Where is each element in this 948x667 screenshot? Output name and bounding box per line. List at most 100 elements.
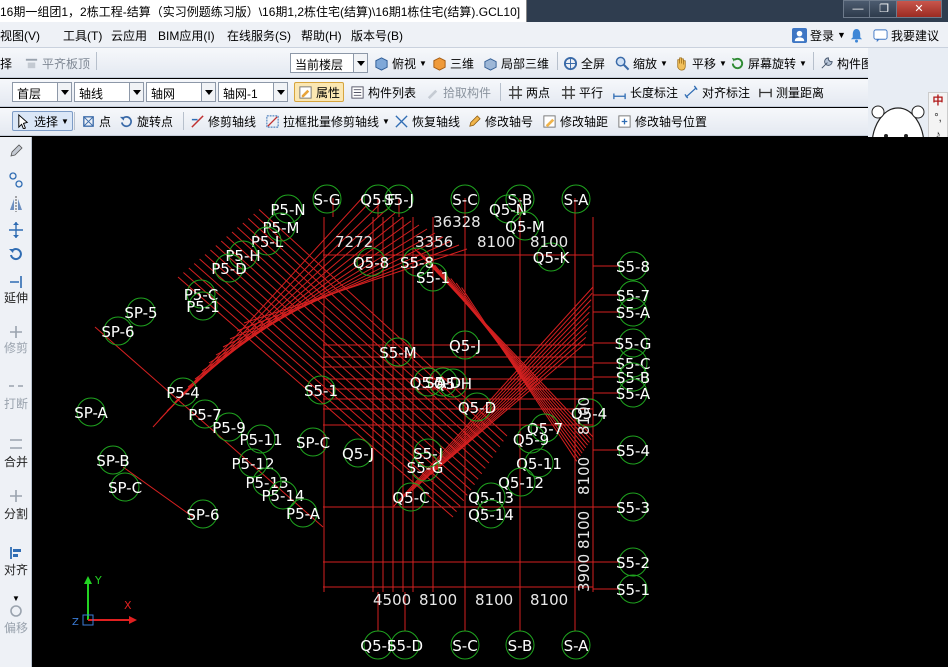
move-icon[interactable] bbox=[8, 221, 24, 239]
axis-bubble-right[interactable]: S5-1 bbox=[616, 574, 650, 604]
pick-component-button[interactable]: 拾取构件 bbox=[425, 82, 491, 102]
bell-icon[interactable] bbox=[849, 28, 864, 43]
menu-help[interactable]: 帮助(H) bbox=[301, 27, 342, 44]
modify-axis-distance-button[interactable]: 修改轴距 bbox=[542, 111, 608, 131]
login-button[interactable]: 登录 ▼ bbox=[792, 25, 864, 45]
close-button[interactable]: ✕ bbox=[896, 0, 942, 18]
menu-tools[interactable]: 工具(T) bbox=[63, 27, 102, 44]
axis-bubble-p5[interactable]: P5-11 bbox=[239, 424, 283, 454]
point-button[interactable]: 点 bbox=[81, 111, 111, 131]
measure-distance-button[interactable]: 测量距离 bbox=[758, 82, 824, 102]
two-point-button[interactable]: 两点 bbox=[508, 82, 550, 102]
chevron-down-icon: ▼ bbox=[719, 58, 727, 68]
zoom-button[interactable]: 缩放 ▼ bbox=[615, 53, 668, 73]
component-name-select[interactable]: 轴网-1 bbox=[218, 82, 288, 102]
axis-bubble-top[interactable]: S-G bbox=[312, 184, 342, 214]
box-batch-trim-button[interactable]: 拉框批量修剪轴线 ▼ bbox=[265, 111, 390, 131]
axis-bubble-top[interactable]: S-C bbox=[450, 184, 480, 214]
axis-label: P5-D bbox=[211, 260, 247, 278]
trim-button[interactable]: 修剪 bbox=[4, 341, 28, 356]
axis-bubble-left[interactable]: SP-5 bbox=[124, 297, 158, 327]
align-dimension-button[interactable]: 对齐标注 bbox=[684, 82, 750, 102]
floor-select[interactable]: 首层 bbox=[12, 82, 72, 102]
align-board-top-button[interactable]: 平齐板顶 bbox=[24, 53, 90, 73]
align-button[interactable]: 对齐 bbox=[4, 563, 28, 578]
menu-bim[interactable]: BIM应用(I) bbox=[158, 27, 215, 44]
axis-bubble-right[interactable]: S5-2 bbox=[616, 547, 650, 577]
merge-button[interactable]: 合并 bbox=[4, 455, 28, 470]
axis-label: Q5-8 bbox=[353, 254, 389, 272]
menu-view[interactable]: 视图(V) bbox=[0, 27, 40, 44]
properties-icon bbox=[299, 85, 312, 99]
length-dimension-button[interactable]: 长度标注 bbox=[612, 82, 678, 102]
menu-cloud[interactable]: 云应用 bbox=[111, 27, 147, 44]
ime-punctuation-icon[interactable]: °, bbox=[929, 110, 947, 127]
axis-bubble-right[interactable]: S5-3 bbox=[616, 492, 650, 522]
rotate-icon[interactable] bbox=[8, 245, 24, 263]
axis-bubble-left[interactable]: SP-A bbox=[74, 397, 109, 427]
axis-bubble-p5[interactable]: SP-C bbox=[296, 427, 330, 457]
trim-axis-button[interactable]: 修剪轴线 bbox=[190, 111, 256, 131]
ime-chinese-icon[interactable]: 中 bbox=[929, 93, 947, 110]
axis-bubble-top[interactable]: S5-J bbox=[384, 184, 414, 214]
axis-bubble-right[interactable]: S5-G bbox=[615, 328, 652, 358]
axis-bubble-q5[interactable]: Q5-J bbox=[342, 438, 374, 468]
properties-button[interactable]: 属性 bbox=[294, 82, 345, 102]
axis-bubble-inner[interactable]: S5-D bbox=[425, 367, 461, 397]
mirror-icon[interactable] bbox=[8, 195, 24, 213]
cursor-arrow-icon bbox=[18, 113, 29, 129]
break-button[interactable]: 打断 bbox=[4, 397, 28, 412]
axis-bubble-right[interactable]: S5-8 bbox=[616, 251, 650, 281]
pen-icon[interactable] bbox=[8, 143, 24, 159]
split-button[interactable]: 分割 bbox=[4, 507, 28, 522]
parallel-button[interactable]: 平行 bbox=[561, 82, 603, 102]
component-type-select[interactable]: 轴线 bbox=[74, 82, 144, 102]
menu-version[interactable]: 版本号(B) bbox=[351, 27, 403, 44]
menu-online-service[interactable]: 在线服务(S) bbox=[227, 27, 291, 44]
axis-bubble-q5[interactable]: Q5-11 bbox=[516, 448, 562, 478]
fullscreen-button[interactable]: 全屏 bbox=[563, 53, 605, 73]
local-3d-icon bbox=[484, 57, 497, 71]
axis-bubble-bottom[interactable]: S5-D bbox=[387, 630, 423, 660]
axis-bubble-bottom[interactable]: S-A bbox=[561, 630, 591, 660]
axis-bubble-q5[interactable]: Q5-D bbox=[458, 392, 496, 422]
restore-axis-button[interactable]: 恢复轴线 bbox=[394, 111, 460, 131]
component-list-button[interactable]: 构件列表 bbox=[350, 82, 416, 102]
modify-axis-number-button[interactable]: 修改轴号 bbox=[467, 111, 533, 131]
axis-bubble-right[interactable]: S5-4 bbox=[616, 435, 650, 465]
axis-bubble-p5[interactable]: P5-12 bbox=[231, 448, 275, 478]
suggest-button[interactable]: 我要建议 bbox=[873, 25, 939, 45]
drawing-canvas[interactable]: S-G Q5-F S5-J S-C S-B S-A Q5-F S5-D S-C S-B S-A S5-… bbox=[33, 137, 948, 667]
component-subtype-select[interactable]: 轴网 bbox=[146, 82, 216, 102]
chevron-down-icon bbox=[353, 54, 367, 72]
chevron-down-icon[interactable]: ▼ bbox=[12, 594, 20, 603]
select-mode-button[interactable]: 择 bbox=[0, 53, 12, 73]
top-view-button[interactable]: 俯视 ▼ bbox=[374, 53, 427, 73]
axis-bubble-bottom[interactable]: S-C bbox=[450, 630, 480, 660]
pan-button[interactable]: 平移 ▼ bbox=[674, 53, 727, 73]
restore-button[interactable]: ❐ bbox=[869, 0, 899, 18]
axis-bubble-bottom[interactable]: S-B bbox=[505, 630, 535, 660]
svg-text:X: X bbox=[124, 599, 132, 612]
axis-bubble-top[interactable]: S-A bbox=[561, 184, 591, 214]
floor-scope-select[interactable]: 当前楼层 bbox=[290, 53, 368, 73]
offset-button[interactable]: 偏移 bbox=[4, 621, 28, 636]
select-button[interactable]: 选择 ▼ bbox=[12, 111, 73, 131]
axis-bubble-left[interactable]: SP-6 bbox=[186, 499, 220, 529]
axis-bubble-left[interactable]: SP-B bbox=[96, 445, 130, 475]
axis-label: Q5-9 bbox=[513, 431, 549, 449]
axis-label: S5-4 bbox=[616, 442, 650, 460]
screen-rotate-button[interactable]: 屏幕旋转 ▼ bbox=[730, 53, 807, 73]
copy-icon[interactable] bbox=[8, 171, 24, 189]
axis-bubble-inner[interactable]: S5-1 bbox=[304, 375, 338, 405]
rotate-point-button[interactable]: 旋转点 bbox=[119, 111, 173, 131]
local-3d-button[interactable]: 局部三维 bbox=[483, 53, 549, 73]
axis-label: S5-3 bbox=[616, 499, 650, 517]
break-icon bbox=[9, 385, 23, 387]
local-3d-label: 局部三维 bbox=[501, 56, 550, 71]
dimension-label-right: 8100 bbox=[575, 511, 593, 549]
axis-grid-drawing[interactable]: S-G Q5-FS5-J S-C S-B S-AQ5-FS5-D S-C S-B S-AS5-… bbox=[33, 137, 948, 667]
three-d-button[interactable]: 三维 bbox=[432, 53, 474, 73]
modify-axis-number-position-button[interactable]: 修改轴号位置 bbox=[617, 111, 707, 131]
extend-button[interactable]: 延伸 bbox=[4, 291, 28, 306]
